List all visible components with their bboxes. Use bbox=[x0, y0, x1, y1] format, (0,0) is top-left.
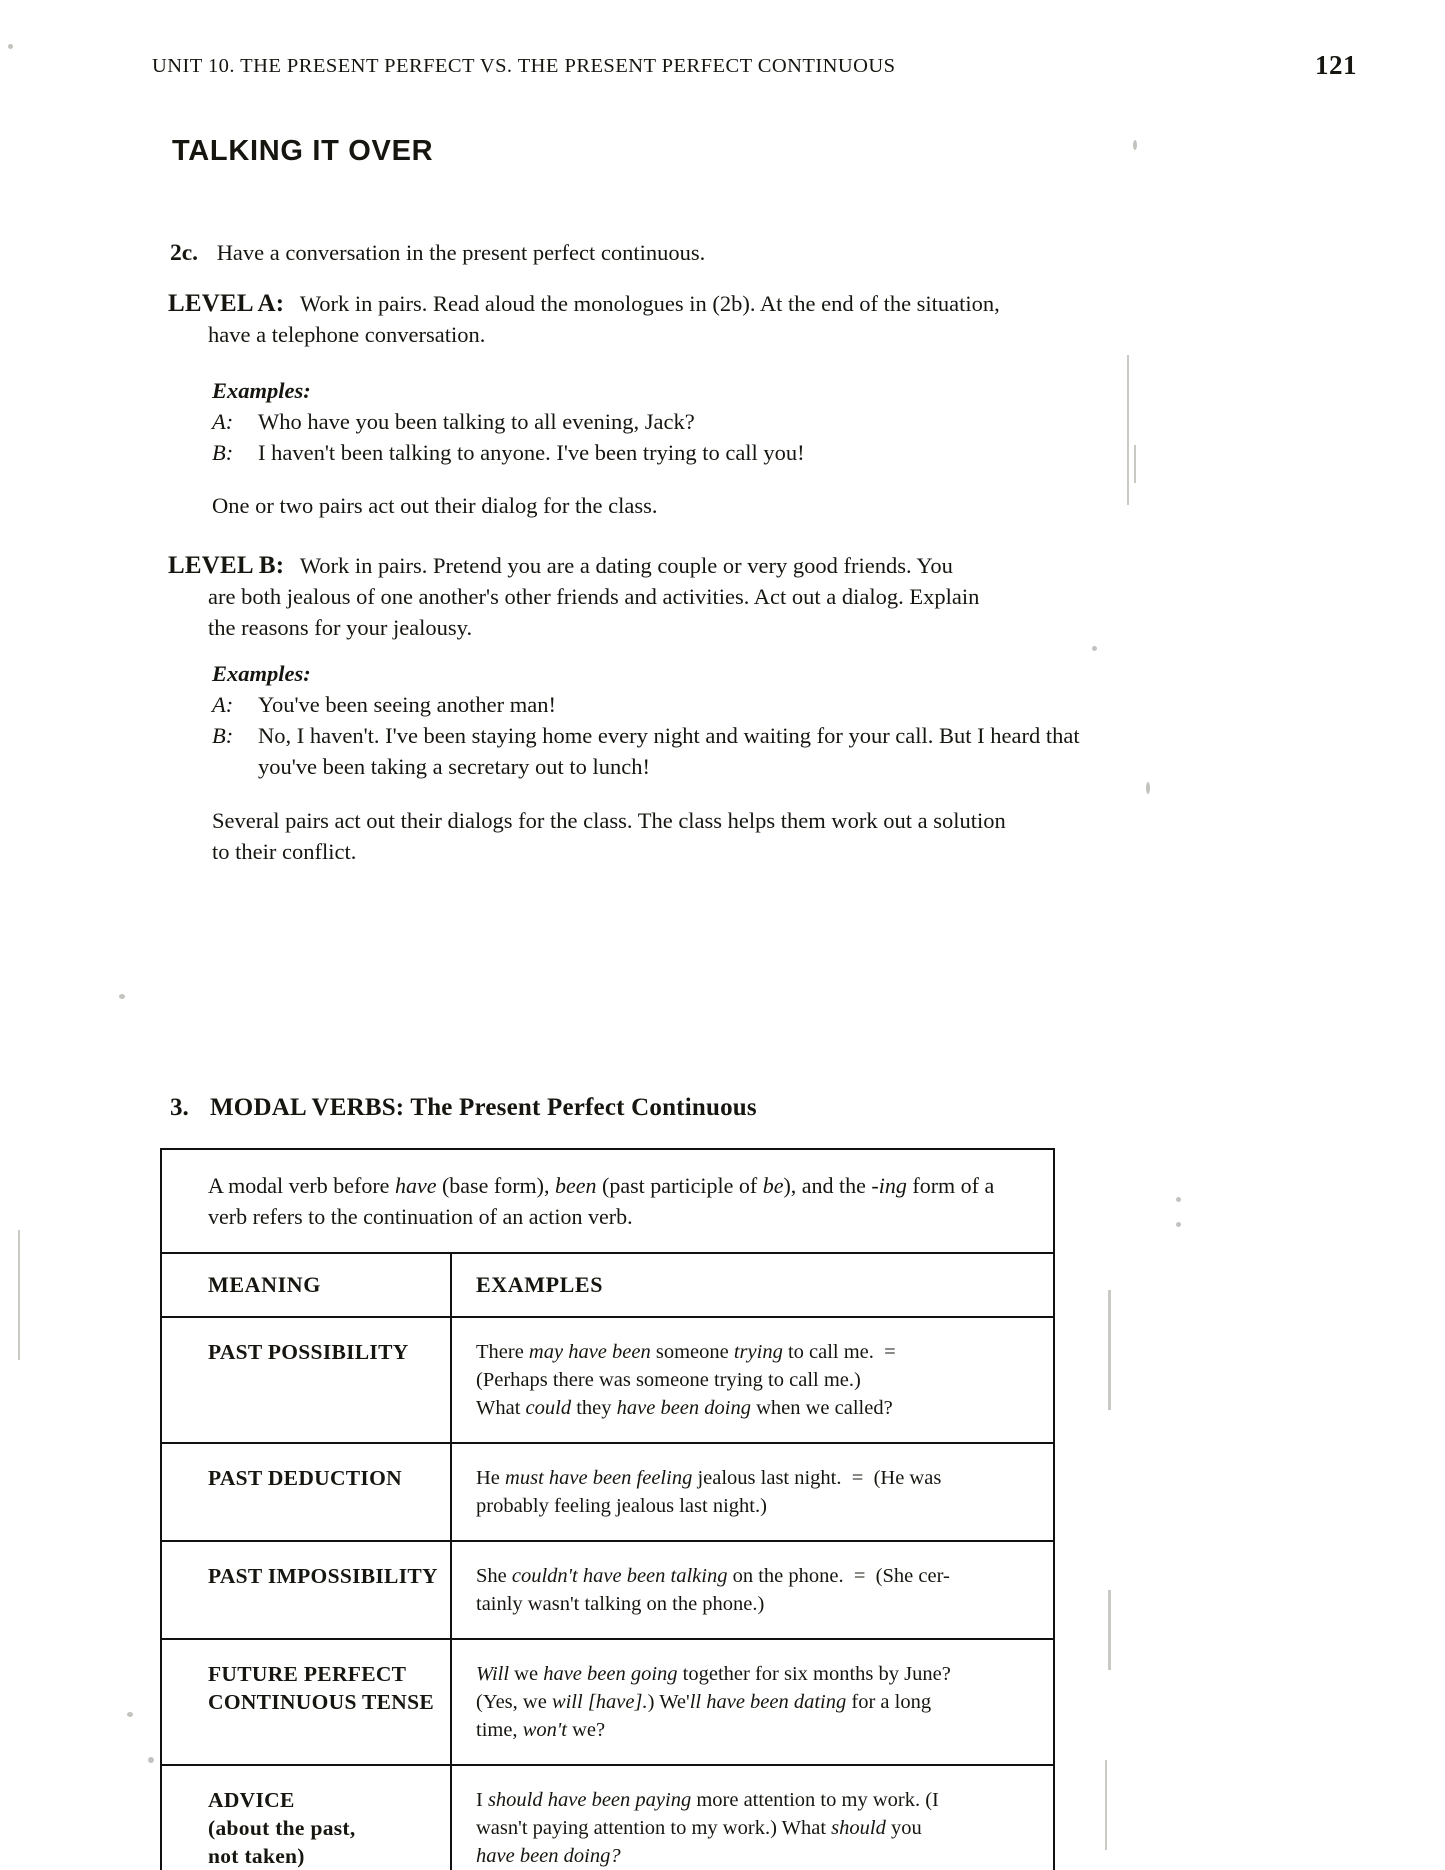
dialog-line: A: You've been seeing another man! bbox=[212, 689, 1082, 720]
table-header-row: MEANING EXAMPLES bbox=[162, 1254, 1053, 1318]
level-a-closing: One or two pairs act out their dialog fo… bbox=[212, 493, 658, 518]
level-a-line1: LEVEL A: Work in pairs. Read aloud the m… bbox=[168, 288, 1058, 319]
level-b-line1: LEVEL B: Work in pairs. Pretend you are … bbox=[168, 550, 1058, 581]
page-number: 121 bbox=[1315, 50, 1357, 80]
level-a-label: LEVEL A: bbox=[168, 290, 285, 317]
level-b-block: LEVEL B: Work in pairs. Pretend you are … bbox=[168, 550, 1058, 643]
modal-section-title: MODAL VERBS: The Present Perfect Continu… bbox=[210, 1094, 757, 1121]
row-meaning: PAST DEDUCTION bbox=[162, 1444, 452, 1540]
row-examples: There may have been someone trying to ca… bbox=[476, 1341, 896, 1419]
column-header-examples: EXAMPLES bbox=[476, 1272, 604, 1297]
exercise-2c: 2c. Have a conversation in the present p… bbox=[170, 237, 1070, 269]
level-a-block: LEVEL A: Work in pairs. Read aloud the m… bbox=[168, 288, 1058, 350]
running-head: UNIT 10. THE PRESENT PERFECT VS. THE PRE… bbox=[152, 55, 896, 77]
level-b-text-line3: the reasons for your jealousy. bbox=[208, 615, 473, 640]
row-meaning: PAST IMPOSSIBILITY bbox=[162, 1542, 452, 1638]
scan-speck bbox=[1146, 782, 1150, 794]
scan-speck bbox=[119, 994, 125, 999]
scan-edge-line bbox=[1127, 355, 1129, 505]
table-row: ADVICE (about the past, not taken) I shoul… bbox=[162, 1766, 1053, 1870]
grammar-box-intro: A modal verb before have (base form), be… bbox=[162, 1150, 1053, 1254]
scan-edge-line bbox=[1108, 1590, 1111, 1670]
row-examples: She couldn't have been talking on the ph… bbox=[476, 1565, 950, 1615]
scan-speck bbox=[1092, 646, 1097, 651]
dialog-text: No, I haven't. I've been staying home ev… bbox=[258, 723, 1080, 779]
level-b-closing-line1: Several pairs act out their dialogs for … bbox=[212, 808, 1006, 833]
dialog-text: You've been seeing another man! bbox=[258, 692, 556, 717]
level-a-text-line2: have a telephone conversation. bbox=[208, 322, 486, 347]
table-row: PAST POSSIBILITY There may have been som… bbox=[162, 1318, 1053, 1444]
row-meaning: FUTURE PERFECT CONTINUOUS TENSE bbox=[162, 1640, 452, 1764]
scan-edge-line bbox=[1108, 1290, 1111, 1410]
scan-speck bbox=[8, 44, 13, 49]
dialog-line: B: I haven't been talking to anyone. I'v… bbox=[212, 437, 1072, 468]
table-row: PAST DEDUCTION He must have been feeling… bbox=[162, 1444, 1053, 1542]
grammar-box: A modal verb before have (base form), be… bbox=[160, 1148, 1055, 1870]
exercise-instruction: Have a conversation in the present perfe… bbox=[216, 240, 706, 265]
examples-label: Examples: bbox=[212, 378, 311, 403]
dialog-speaker: B: bbox=[212, 723, 234, 748]
examples-label: Examples: bbox=[212, 661, 311, 686]
scan-edge-line bbox=[1134, 445, 1136, 483]
modal-section-number: 3. bbox=[170, 1094, 189, 1121]
level-b-examples: Examples: A: You've been seeing another … bbox=[212, 658, 1082, 782]
dialog-speaker: A: bbox=[212, 692, 234, 717]
scan-speck bbox=[127, 1712, 133, 1717]
level-b-closing-line2: to their conflict. bbox=[212, 839, 357, 864]
scan-speck bbox=[1176, 1197, 1181, 1202]
exercise-number: 2c. bbox=[170, 240, 199, 266]
level-a-text-line1: Work in pairs. Read aloud the monologues… bbox=[299, 291, 1000, 316]
dialog-text: Who have you been talking to all evening… bbox=[258, 409, 695, 434]
scan-edge-line bbox=[18, 1230, 20, 1360]
row-examples: I should have been paying more attention… bbox=[476, 1789, 939, 1867]
level-a-examples: Examples: A: Who have you been talking t… bbox=[212, 375, 1072, 468]
row-meaning: ADVICE (about the past, not taken) bbox=[162, 1766, 452, 1870]
level-b-closing: Several pairs act out their dialogs for … bbox=[212, 805, 1092, 867]
dialog-speaker: A: bbox=[212, 409, 234, 434]
scan-speck bbox=[1176, 1222, 1181, 1227]
level-b-text-line1: Work in pairs. Pretend you are a dating … bbox=[299, 553, 953, 578]
column-header-meaning: MEANING bbox=[162, 1254, 452, 1316]
dialog-line: A: Who have you been talking to all even… bbox=[212, 406, 1072, 437]
scan-speck bbox=[148, 1757, 154, 1763]
dialog-line: B: No, I haven't. I've been staying home… bbox=[212, 720, 1082, 782]
scan-edge-line bbox=[1105, 1760, 1107, 1850]
document-page: UNIT 10. THE PRESENT PERFECT VS. THE PRE… bbox=[0, 0, 1445, 1870]
row-examples: Will we have been going together for six… bbox=[476, 1663, 951, 1741]
row-examples: He must have been feeling jealous last n… bbox=[476, 1467, 942, 1517]
scan-speck bbox=[1133, 140, 1137, 150]
table-row: FUTURE PERFECT CONTINUOUS TENSE Will we h… bbox=[162, 1640, 1053, 1766]
level-b-text-line2: are both jealous of one another's other … bbox=[208, 584, 980, 609]
table-row: PAST IMPOSSIBILITY She couldn't have bee… bbox=[162, 1542, 1053, 1640]
dialog-text: I haven't been talking to anyone. I've b… bbox=[258, 440, 805, 465]
level-b-label: LEVEL B: bbox=[168, 552, 285, 579]
row-meaning: PAST POSSIBILITY bbox=[162, 1318, 452, 1442]
page-title: TALKING IT OVER bbox=[172, 135, 434, 168]
dialog-speaker: B: bbox=[212, 440, 234, 465]
